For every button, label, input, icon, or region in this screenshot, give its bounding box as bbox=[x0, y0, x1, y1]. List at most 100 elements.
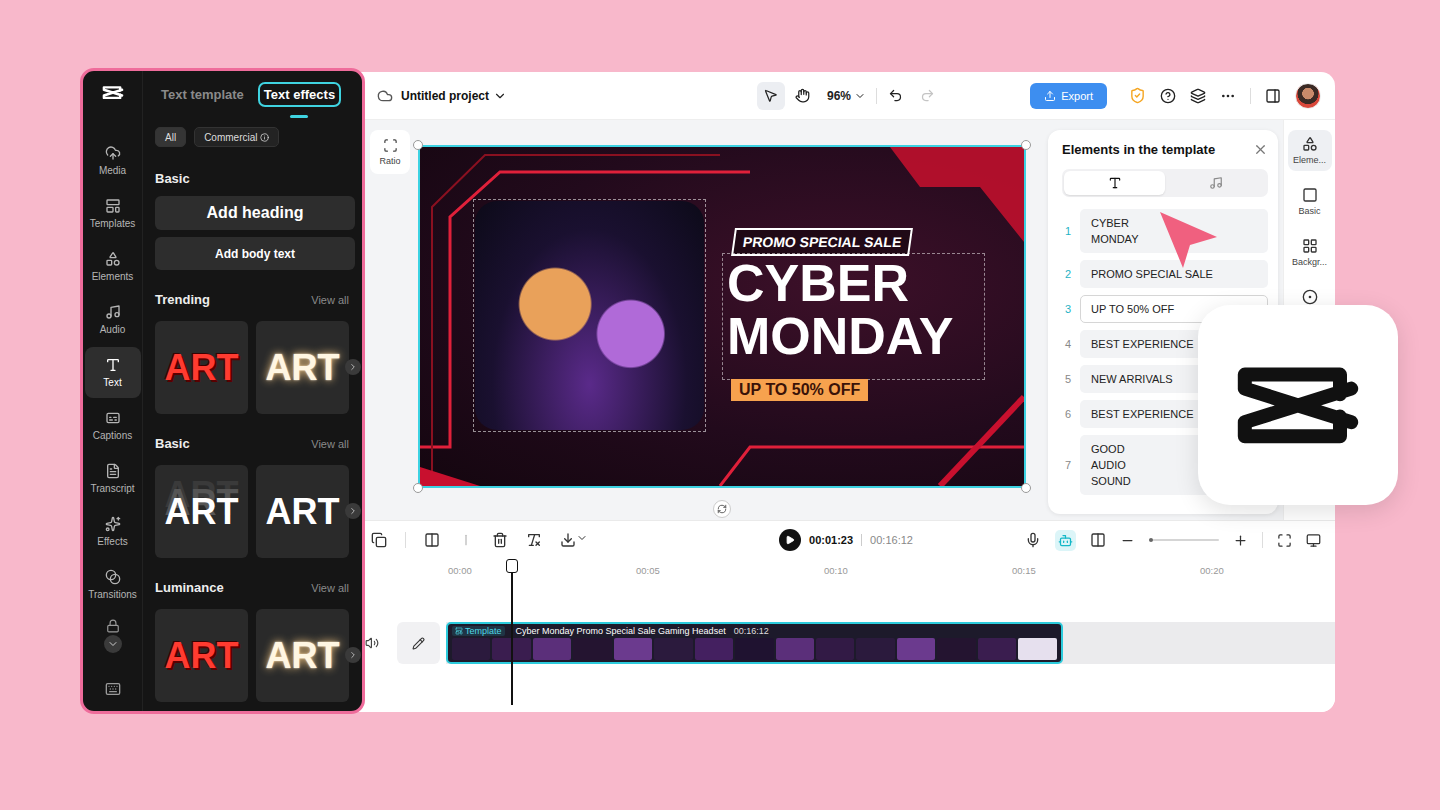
split-button[interactable] bbox=[458, 532, 474, 548]
ratio-button[interactable]: Ratio bbox=[370, 130, 410, 174]
shield-icon[interactable] bbox=[1129, 87, 1146, 104]
zoom-out-icon[interactable] bbox=[1120, 533, 1135, 548]
pointer-cursor-icon bbox=[1158, 208, 1220, 272]
redo-button[interactable] bbox=[913, 82, 941, 110]
speaker-icon[interactable] bbox=[365, 636, 379, 650]
view-all-link[interactable]: View all bbox=[311, 438, 349, 450]
layers-icon[interactable] bbox=[1190, 88, 1206, 104]
effect-section: Basic View all ARTART bbox=[155, 436, 355, 558]
close-icon[interactable] bbox=[1253, 142, 1268, 157]
panel-icon[interactable] bbox=[1265, 88, 1281, 104]
effect-card-row: ARTART bbox=[155, 465, 355, 558]
filter-chip[interactable]: All bbox=[155, 127, 186, 147]
sidebar-item[interactable]: Captions bbox=[85, 400, 141, 451]
offer-tag[interactable]: UP TO 50% OFF bbox=[731, 379, 868, 401]
sidebar-item[interactable]: Transcript bbox=[85, 453, 141, 504]
section-title: Basic bbox=[155, 436, 190, 451]
monitor-icon[interactable] bbox=[1306, 533, 1321, 548]
playhead[interactable] bbox=[511, 559, 513, 705]
timeline-body: 00:0000:0500:1000:1500:20 TemplateCyber M… bbox=[365, 565, 1335, 712]
view-all-link[interactable]: View all bbox=[311, 294, 349, 306]
element-type-tab[interactable] bbox=[1165, 171, 1266, 195]
rotate-handle[interactable] bbox=[713, 500, 731, 518]
zoom-slider-fill bbox=[1149, 538, 1153, 542]
zoom-slider[interactable] bbox=[1149, 539, 1219, 541]
resize-handle[interactable] bbox=[413, 140, 423, 150]
resize-handle[interactable] bbox=[1021, 483, 1031, 493]
sidebar-item[interactable]: Text bbox=[85, 347, 141, 398]
cloud-icon[interactable] bbox=[377, 88, 393, 104]
effect-card[interactable]: ART bbox=[155, 321, 248, 414]
property-rail-item[interactable]: Backgr... bbox=[1288, 232, 1332, 273]
tool-button[interactable] bbox=[757, 82, 785, 110]
delete-button[interactable] bbox=[492, 532, 508, 548]
canvas[interactable]: PROMO SPECIAL SALECYBERMONDAY UP TO 50% O… bbox=[418, 145, 1026, 488]
help-icon[interactable] bbox=[1160, 88, 1176, 104]
export-button[interactable]: Export bbox=[1030, 83, 1107, 109]
sidebar-item[interactable]: Elements bbox=[85, 241, 141, 292]
product-photo-frame[interactable] bbox=[473, 199, 706, 432]
sidebar-item[interactable]: Media bbox=[85, 135, 141, 186]
property-rail-label: Basic bbox=[1298, 206, 1320, 216]
sale-badge[interactable]: PROMO SPECIAL SALE bbox=[731, 228, 913, 256]
element-type-tab[interactable] bbox=[1064, 171, 1165, 195]
element-text-field[interactable]: PROMO SPECIAL SALE bbox=[1080, 260, 1268, 288]
expand-button[interactable] bbox=[104, 635, 122, 653]
property-rail-item[interactable]: Eleme... bbox=[1288, 130, 1332, 171]
headline[interactable]: CYBERMONDAY bbox=[727, 257, 953, 363]
split-clip-button[interactable] bbox=[424, 532, 440, 548]
effect-card[interactable]: ART bbox=[256, 609, 349, 702]
effect-card[interactable]: ART bbox=[155, 609, 248, 702]
filter-chip[interactable]: Commercial bbox=[194, 127, 279, 147]
sidebar-item[interactable]: Transitions bbox=[85, 559, 141, 610]
timeline-clip[interactable]: TemplateCyber Monday Promo Special Sale … bbox=[446, 622, 1063, 664]
chevron-down-icon[interactable] bbox=[493, 89, 507, 103]
microphone-icon[interactable] bbox=[1025, 532, 1041, 548]
scroll-right-button[interactable] bbox=[345, 359, 361, 375]
remove-text-button[interactable] bbox=[526, 532, 542, 548]
split-view-icon[interactable] bbox=[1090, 532, 1106, 548]
effect-card[interactable]: ART bbox=[256, 465, 349, 558]
user-avatar[interactable] bbox=[1295, 83, 1321, 109]
view-all-link[interactable]: View all bbox=[311, 582, 349, 594]
audio-icon bbox=[105, 304, 121, 320]
clip-thumbnail bbox=[735, 638, 773, 660]
undo-button[interactable] bbox=[881, 82, 909, 110]
download-button[interactable] bbox=[560, 532, 588, 548]
ai-button[interactable] bbox=[1055, 530, 1076, 551]
edit-track-button[interactable] bbox=[397, 622, 440, 664]
tool-button[interactable] bbox=[789, 82, 817, 110]
lock-button[interactable] bbox=[104, 619, 122, 653]
capcut-logo-icon bbox=[101, 84, 125, 101]
sidebar-label: Media bbox=[99, 165, 126, 176]
keyboard-icon[interactable] bbox=[105, 681, 121, 697]
fullscreen-icon[interactable] bbox=[1277, 533, 1292, 548]
playhead-handle[interactable] bbox=[506, 559, 518, 573]
add-body-text-button[interactable]: Add body text bbox=[155, 237, 355, 270]
effect-card[interactable]: ART bbox=[155, 465, 248, 558]
time-ruler[interactable]: 00:0000:0500:1000:1500:20 bbox=[446, 565, 1335, 581]
sidebar-item[interactable]: Audio bbox=[85, 294, 141, 345]
elements-panel-title: Elements in the template bbox=[1062, 142, 1215, 157]
resize-handle[interactable] bbox=[413, 483, 423, 493]
text-tab[interactable]: Text effects bbox=[258, 82, 341, 107]
divider bbox=[405, 532, 406, 548]
sidebar-item[interactable]: Templates bbox=[85, 188, 141, 239]
effect-card[interactable]: ART bbox=[256, 321, 349, 414]
pencil-icon bbox=[412, 637, 425, 650]
scroll-right-button[interactable] bbox=[345, 647, 361, 663]
project-name[interactable]: Untitled project bbox=[401, 89, 489, 103]
more-icon[interactable] bbox=[1220, 88, 1236, 104]
resize-handle[interactable] bbox=[1021, 140, 1031, 150]
sidebar-item[interactable]: Effects bbox=[85, 506, 141, 557]
scroll-right-button[interactable] bbox=[345, 503, 361, 519]
undo-icon bbox=[888, 88, 903, 103]
copy-button[interactable] bbox=[371, 532, 387, 548]
logo[interactable] bbox=[101, 84, 125, 106]
play-button[interactable] bbox=[779, 529, 801, 551]
zoom-in-icon[interactable] bbox=[1233, 533, 1248, 548]
property-rail-item[interactable]: Basic bbox=[1288, 181, 1332, 222]
text-tab[interactable]: Text template bbox=[155, 82, 250, 107]
add-heading-button[interactable]: Add heading bbox=[155, 196, 355, 230]
zoom-dropdown[interactable]: 96% bbox=[827, 89, 866, 103]
